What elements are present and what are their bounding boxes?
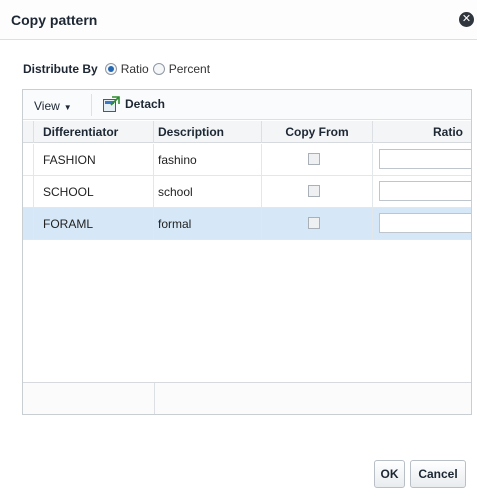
chevron-down-icon: ▼: [63, 103, 72, 112]
percent-radio-label: Percent: [168, 62, 211, 76]
detach-label: Detach: [125, 97, 166, 111]
description-cell: school: [154, 176, 262, 208]
ratio-input[interactable]: [379, 213, 471, 233]
table-row-selected[interactable]: FORAML formal: [23, 208, 471, 240]
table-header: Differentiator Description Copy From Rat…: [23, 121, 471, 143]
footer-divider: [154, 383, 155, 414]
close-icon[interactable]: ✕: [459, 12, 474, 27]
dialog-title: Copy pattern: [11, 12, 98, 28]
table-toolbar: View ▼ Detach: [23, 90, 471, 120]
differentiator-table-panel: View ▼ Detach Differentiator Description …: [22, 89, 472, 415]
column-header-copy-from[interactable]: Copy From: [262, 121, 373, 143]
column-header-ratio[interactable]: Ratio: [373, 121, 471, 143]
copy-from-checkbox[interactable]: [308, 217, 320, 229]
ratio-input[interactable]: [379, 181, 471, 201]
ratio-input[interactable]: [379, 149, 471, 169]
column-header-differentiator[interactable]: Differentiator: [34, 121, 154, 143]
ratio-radio-label: Ratio: [120, 62, 149, 76]
view-menu-label: View: [34, 99, 60, 113]
copy-pattern-dialog: Copy pattern ✕ Distribute By Ratio Perce…: [0, 0, 477, 495]
ratio-radio[interactable]: [104, 63, 117, 75]
cancel-button[interactable]: Cancel: [410, 460, 466, 488]
row-selector[interactable]: [23, 176, 34, 208]
differentiator-cell: FASHION: [34, 144, 154, 176]
table-row[interactable]: FASHION fashino: [23, 144, 471, 176]
detach-icon: [103, 96, 120, 112]
copy-from-checkbox[interactable]: [308, 153, 320, 165]
description-cell: formal: [154, 208, 262, 240]
row-selector[interactable]: [23, 144, 34, 176]
toolbar-divider: [91, 94, 92, 116]
view-menu-button[interactable]: View ▼: [34, 99, 72, 113]
differentiator-cell: FORAML: [34, 208, 154, 240]
row-selector[interactable]: [23, 208, 34, 240]
ok-button[interactable]: OK: [374, 460, 405, 488]
dialog-titlebar: Copy pattern ✕: [0, 0, 477, 40]
detach-button[interactable]: Detach: [103, 96, 165, 112]
copy-from-checkbox[interactable]: [308, 185, 320, 197]
table-footer: [23, 382, 471, 414]
distribute-by-label: Distribute By: [23, 62, 98, 76]
description-cell: fashino: [154, 144, 262, 176]
distribute-by-group: Distribute By Ratio Percent: [23, 61, 214, 77]
table-row[interactable]: SCHOOL school: [23, 176, 471, 208]
column-header-description[interactable]: Description: [154, 121, 262, 143]
percent-radio[interactable]: [152, 63, 165, 75]
header-row-selector: [23, 121, 34, 143]
differentiator-cell: SCHOOL: [34, 176, 154, 208]
